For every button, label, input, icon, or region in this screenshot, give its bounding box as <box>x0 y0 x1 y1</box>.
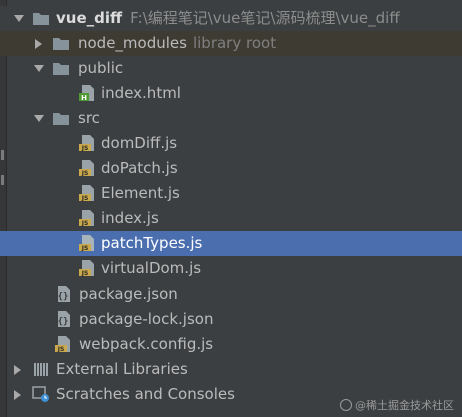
folder-icon <box>33 13 49 25</box>
watermark-text: @稀土掘金技术社区 <box>355 399 454 412</box>
project-tree: vue_diff F:\编程笔记\vue笔记\源码梳理\vue_diff node… <box>0 0 462 417</box>
node-modules-label: node_modules library root <box>78 31 276 56</box>
svg-text:JS: JS <box>81 245 89 252</box>
tree-node-node-modules[interactable]: node_modules library root <box>0 31 462 56</box>
folder-icon <box>53 63 69 75</box>
tree-node-file[interactable]: {} package.json <box>0 282 462 307</box>
library-root-hint: library root <box>192 34 277 52</box>
tree-node-public[interactable]: public <box>0 56 462 81</box>
js-file-icon: JS <box>79 235 94 252</box>
svg-text:JS: JS <box>81 195 89 202</box>
file-label: index.js <box>101 209 159 227</box>
json-file-icon: {} <box>58 286 70 302</box>
tree-node-file[interactable]: JS index.js <box>0 206 462 231</box>
tree-node-file[interactable]: JS domDiff.js <box>0 131 462 156</box>
file-label: domDiff.js <box>101 134 178 152</box>
js-file-icon: JS <box>79 135 94 152</box>
tree-node-external-libraries[interactable]: External Libraries <box>0 357 462 382</box>
project-root-label: vue_diff F:\编程笔记\vue笔记\源码梳理\vue_diff <box>56 6 400 31</box>
scratches-label: Scratches and Consoles <box>56 385 235 403</box>
folder-icon <box>53 38 69 50</box>
tree-node-src[interactable]: src <box>0 106 462 131</box>
project-name: vue_diff <box>56 9 123 27</box>
chevron-right-icon[interactable] <box>14 390 21 400</box>
scratches-icon <box>32 386 49 402</box>
tree-node-file-selected[interactable]: JS patchTypes.js <box>0 231 462 256</box>
file-label: patchTypes.js <box>101 234 203 252</box>
json-file-icon: {} <box>58 311 70 327</box>
js-file-icon: JS <box>79 160 94 177</box>
html-file-icon: H <box>79 85 94 102</box>
file-label: virtualDom.js <box>101 259 202 277</box>
svg-text:{}: {} <box>58 292 69 302</box>
chevron-right-icon[interactable] <box>35 39 42 49</box>
tree-node-file[interactable]: H index.html <box>0 81 462 106</box>
node-modules-name: node_modules <box>78 34 187 52</box>
src-label: src <box>78 109 100 127</box>
js-file-icon: JS <box>79 185 94 202</box>
svg-text:JS: JS <box>81 270 89 277</box>
folder-icon <box>53 113 69 125</box>
js-file-icon: JS <box>79 210 94 227</box>
chevron-down-icon[interactable] <box>14 15 24 22</box>
svg-text:JS: JS <box>57 346 65 353</box>
watermark: @稀土掘金技术社区 <box>340 397 454 413</box>
chevron-down-icon[interactable] <box>34 65 44 72</box>
tree-node-file[interactable]: JS doPatch.js <box>0 156 462 181</box>
tree-node-file[interactable]: {} package-lock.json <box>0 307 462 332</box>
tree-node-project-root[interactable]: vue_diff F:\编程笔记\vue笔记\源码梳理\vue_diff <box>0 6 462 31</box>
project-path: F:\编程笔记\vue笔记\源码梳理\vue_diff <box>130 9 400 27</box>
tree-node-file[interactable]: JS virtualDom.js <box>0 256 462 281</box>
js-file-icon: JS <box>55 336 70 353</box>
chevron-right-icon[interactable] <box>14 365 21 375</box>
tree-node-file[interactable]: JS webpack.config.js <box>0 332 462 357</box>
svg-text:JS: JS <box>81 170 89 177</box>
file-label: webpack.config.js <box>79 335 214 353</box>
watermark-logo-icon <box>340 399 352 411</box>
file-label: Element.js <box>101 184 180 202</box>
file-label: package-lock.json <box>79 310 214 328</box>
file-label: doPatch.js <box>101 159 178 177</box>
tree-node-file[interactable]: JS Element.js <box>0 181 462 206</box>
file-label: index.html <box>101 84 181 102</box>
external-libraries-label: External Libraries <box>56 360 188 378</box>
svg-text:{}: {} <box>58 317 69 327</box>
file-label: package.json <box>79 285 178 303</box>
chevron-down-icon[interactable] <box>34 115 44 122</box>
library-icon <box>34 363 48 376</box>
svg-text:JS: JS <box>81 145 89 152</box>
js-file-icon: JS <box>79 260 94 277</box>
public-label: public <box>78 59 124 77</box>
svg-text:H: H <box>81 94 87 102</box>
svg-text:JS: JS <box>81 220 89 227</box>
